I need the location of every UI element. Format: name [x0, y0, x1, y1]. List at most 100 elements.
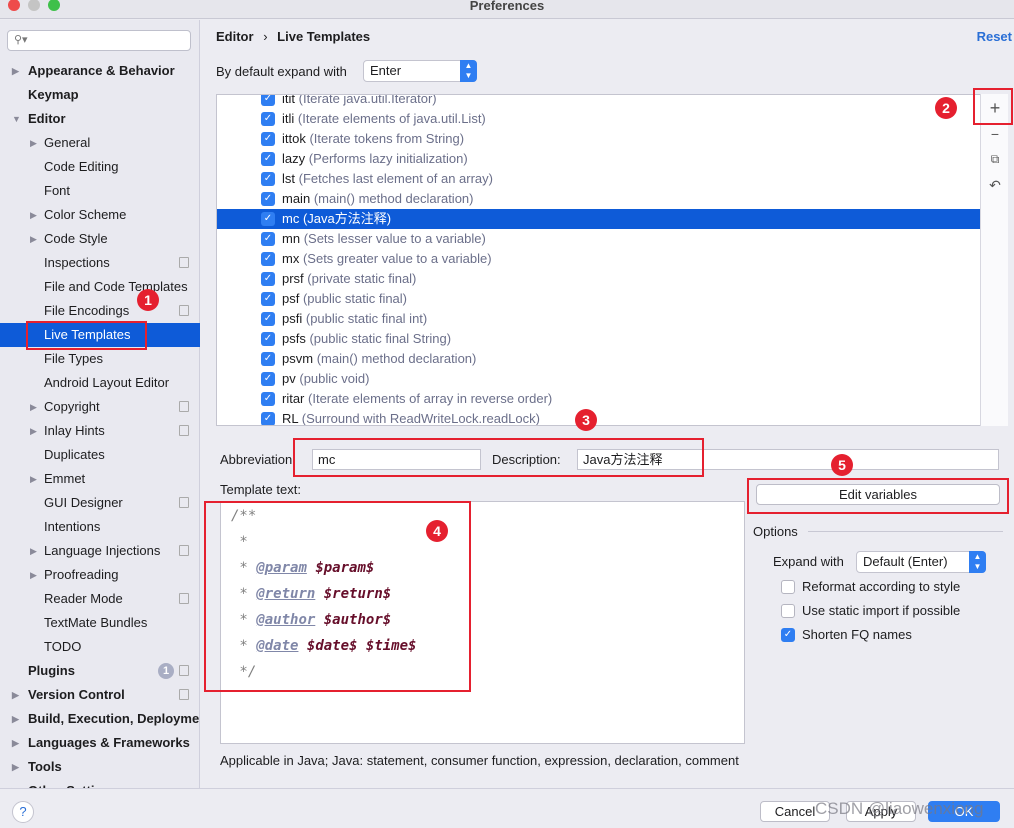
chevron-right-icon[interactable]: ▶	[30, 131, 37, 155]
template-enabled-checkbox[interactable]: ✓	[261, 212, 275, 226]
template-enabled-checkbox[interactable]: ✓	[261, 392, 275, 406]
sidebar-item[interactable]: ▶ Appearance & Behavior	[0, 59, 200, 83]
chevron-right-icon[interactable]: ▶	[30, 203, 37, 227]
template-row[interactable]: ✓ ritar (Iterate elements of array in rev…	[217, 389, 981, 409]
template-enabled-checkbox[interactable]: ✓	[261, 232, 275, 246]
chevron-right-icon[interactable]: ▶	[12, 683, 19, 707]
template-enabled-checkbox[interactable]: ✓	[261, 252, 275, 266]
template-enabled-checkbox[interactable]: ✓	[261, 132, 275, 146]
sidebar-item[interactable]: Keymap	[0, 83, 200, 107]
template-row[interactable]: ✓ psvm (main() method declaration)	[217, 349, 981, 369]
template-enabled-checkbox[interactable]: ✓	[261, 332, 275, 346]
template-enabled-checkbox[interactable]: ✓	[261, 95, 275, 106]
remove-icon[interactable]: −	[987, 125, 1003, 143]
template-abbreviation: mn	[282, 231, 301, 246]
applicable-contexts[interactable]: Applicable in Java; Java: statement, con…	[220, 753, 744, 768]
template-row[interactable]: ✓ lst (Fetches last element of an array)	[217, 169, 981, 189]
revert-icon[interactable]: ↶	[987, 176, 1003, 194]
chevron-right-icon[interactable]: ▶	[30, 227, 37, 251]
template-row[interactable]: ✓ psfi (public static final int)	[217, 309, 981, 329]
template-enabled-checkbox[interactable]: ✓	[261, 272, 275, 286]
template-row[interactable]: ✓ psf (public static final)	[217, 289, 981, 309]
template-row[interactable]: ✓ pv (public void)	[217, 369, 981, 389]
template-row[interactable]: ✓ main (main() method declaration)	[217, 189, 981, 209]
template-abbreviation: psf	[282, 291, 300, 306]
template-abbreviation: psfi	[282, 311, 303, 326]
chevron-right-icon[interactable]: ▶	[12, 59, 19, 83]
chevron-down-icon[interactable]: ▼	[12, 107, 21, 131]
template-enabled-checkbox[interactable]: ✓	[261, 172, 275, 186]
templates-list[interactable]: ✓ itit (Iterate java.util.Iterator) ✓ itli …	[216, 94, 1008, 426]
template-row[interactable]: ✓ prsf (private static final)	[217, 269, 981, 289]
help-button[interactable]: ?	[12, 801, 34, 823]
sidebar-item[interactable]: ▶ Code Style	[0, 227, 200, 251]
chevron-right-icon[interactable]: ▶	[12, 755, 19, 779]
sidebar-item[interactable]: Font	[0, 179, 200, 203]
template-enabled-checkbox[interactable]: ✓	[261, 412, 275, 425]
chevron-right-icon[interactable]: ▶	[30, 563, 37, 587]
chevron-right-icon[interactable]: ▶	[12, 707, 19, 731]
template-row[interactable]: ✓ itli (Iterate elements of java.util.Lis…	[217, 109, 981, 129]
option-checkbox[interactable]	[781, 604, 795, 618]
chevron-right-icon[interactable]: ▶	[12, 731, 19, 755]
sidebar-item[interactable]: File and Code Templates	[0, 275, 200, 299]
list-toolbar: + − ⧉ ↶	[980, 94, 1008, 426]
template-row[interactable]: ✓ RL (Surround with ReadWriteLock.readLoc…	[217, 409, 981, 425]
template-enabled-checkbox[interactable]: ✓	[261, 352, 275, 366]
sidebar-item[interactable]: ▶ Version Control	[0, 683, 200, 707]
sidebar-item[interactable]: Code Editing	[0, 155, 200, 179]
sidebar-item[interactable]: Intentions	[0, 515, 200, 539]
annotation-box-2	[973, 88, 1013, 125]
template-row[interactable]: ✓ mn (Sets lesser value to a variable)	[217, 229, 981, 249]
sidebar-item[interactable]: Duplicates	[0, 443, 200, 467]
reset-link[interactable]: Reset	[977, 29, 1012, 44]
template-row[interactable]: ✓ itit (Iterate java.util.Iterator)	[217, 95, 981, 109]
template-enabled-checkbox[interactable]: ✓	[261, 192, 275, 206]
template-row[interactable]: ✓ mc (Java方法注释)	[217, 209, 981, 229]
sidebar-item[interactable]: Plugins 1	[0, 659, 200, 683]
template-row[interactable]: ✓ lazy (Performs lazy initialization)	[217, 149, 981, 169]
sidebar-item[interactable]: TODO	[0, 635, 200, 659]
option-checkbox[interactable]	[781, 580, 795, 594]
sidebar-item[interactable]: ▶ General	[0, 131, 200, 155]
settings-search-input[interactable]: ⚲▾	[7, 30, 191, 51]
template-enabled-checkbox[interactable]: ✓	[261, 112, 275, 126]
template-enabled-checkbox[interactable]: ✓	[261, 292, 275, 306]
sidebar-item[interactable]: ▶ Tools	[0, 755, 200, 779]
option-checkbox[interactable]: ✓	[781, 628, 795, 642]
sidebar-item-label: Build, Execution, Deployment	[28, 711, 200, 726]
chevron-right-icon[interactable]: ▶	[30, 395, 37, 419]
sidebar-item[interactable]: ▶ Copyright	[0, 395, 200, 419]
sidebar-item[interactable]: ▶ Proofreading	[0, 563, 200, 587]
sidebar-item[interactable]: ▶ Build, Execution, Deployment	[0, 707, 200, 731]
sidebar-item[interactable]: ▶ Language Injections	[0, 539, 200, 563]
copy-icon[interactable]: ⧉	[987, 150, 1003, 168]
template-row[interactable]: ✓ psfs (public static final String)	[217, 329, 981, 349]
sidebar-item-label: Editor	[28, 111, 66, 126]
template-abbreviation: pv	[282, 371, 296, 386]
sidebar-item[interactable]: ▶ Inlay Hints	[0, 419, 200, 443]
sidebar-item[interactable]: ▼ Editor	[0, 107, 200, 131]
chevron-right-icon[interactable]: ▶	[30, 419, 37, 443]
search-icon: ⚲▾	[14, 34, 28, 46]
project-scope-icon	[179, 665, 189, 676]
sidebar-item[interactable]: Reader Mode	[0, 587, 200, 611]
expand-with-select[interactable]: Default (Enter) ▲ ▼	[856, 551, 986, 573]
template-row[interactable]: ✓ ittok (Iterate tokens from String)	[217, 129, 981, 149]
sidebar-item[interactable]: Inspections	[0, 251, 200, 275]
sidebar-item[interactable]: ▶ Languages & Frameworks	[0, 731, 200, 755]
sidebar-item[interactable]: File Types	[0, 347, 200, 371]
sidebar-item[interactable]: ▶ Color Scheme	[0, 203, 200, 227]
sidebar-item[interactable]: ▶ Emmet	[0, 467, 200, 491]
sidebar-item[interactable]: Android Layout Editor	[0, 371, 200, 395]
sidebar-item[interactable]: File Encodings	[0, 299, 200, 323]
sidebar-item[interactable]: GUI Designer	[0, 491, 200, 515]
template-enabled-checkbox[interactable]: ✓	[261, 152, 275, 166]
chevron-right-icon[interactable]: ▶	[30, 539, 37, 563]
sidebar-item[interactable]: TextMate Bundles	[0, 611, 200, 635]
template-row[interactable]: ✓ mx (Sets greater value to a variable)	[217, 249, 981, 269]
template-enabled-checkbox[interactable]: ✓	[261, 372, 275, 386]
chevron-right-icon[interactable]: ▶	[30, 467, 37, 491]
template-enabled-checkbox[interactable]: ✓	[261, 312, 275, 326]
default-expand-select[interactable]: Enter ▲ ▼	[363, 60, 477, 82]
